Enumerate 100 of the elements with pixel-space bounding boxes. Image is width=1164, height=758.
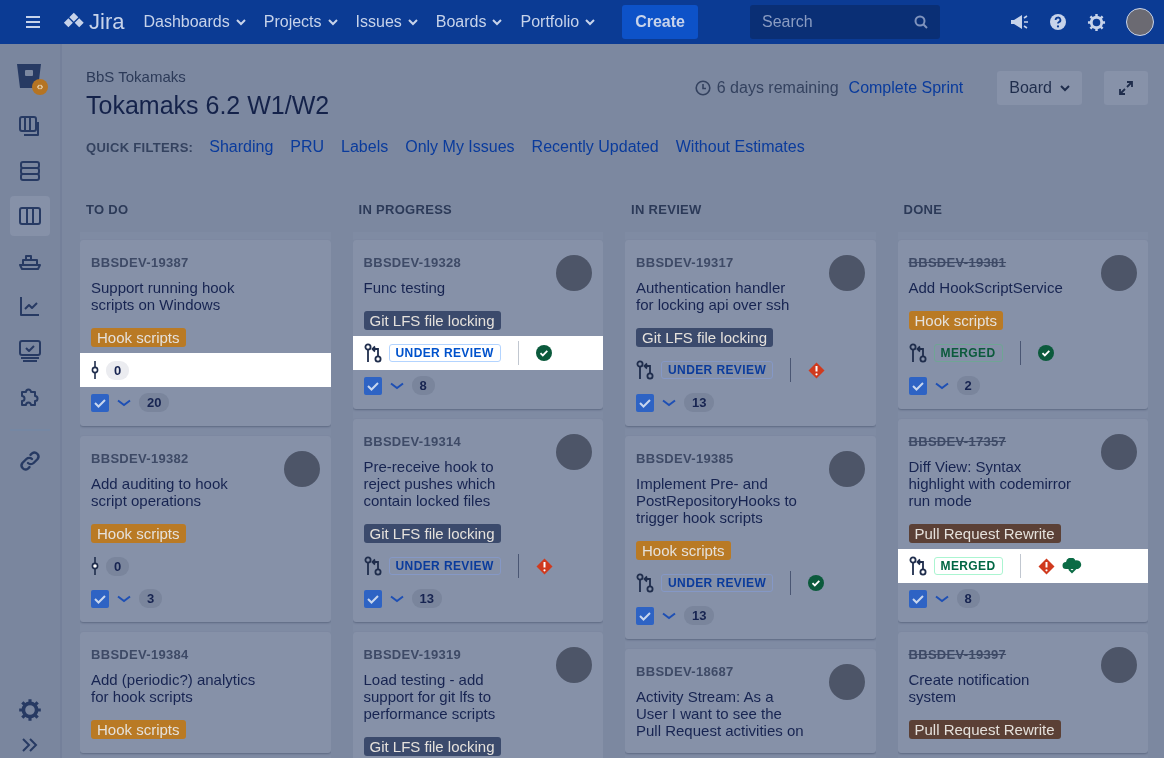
- check-circle-icon: [1037, 345, 1054, 361]
- logo-text[interactable]: Jira: [89, 9, 125, 35]
- quick-filter-link[interactable]: Only My Issues: [405, 138, 515, 156]
- pr-status-lozenge: UNDER REVIEW: [661, 574, 774, 592]
- quick-filter-link[interactable]: Sharding: [209, 138, 274, 156]
- chevron-down-icon: [117, 398, 131, 407]
- issue-card[interactable]: BBSDEV-19384 Add (periodic?) analytics for hook scripts Hook scripts: [80, 632, 331, 753]
- issue-key: BBSDEV-19381: [908, 255, 1077, 270]
- complete-sprint-link[interactable]: Complete Sprint: [848, 79, 964, 97]
- issue-summary: Load testing - add support for git lfs to performance scripts: [363, 671, 497, 722]
- chevron-down-icon: [662, 611, 676, 620]
- issue-card[interactable]: BBSDEV-19328 Func testing Git LFS file locking UNDER REVIEW 8: [352, 240, 603, 409]
- issue-card[interactable]: BBSDEV-19317 Authentication handler for locking api over ssh Git LFS file locking UNDER REVIEW 13: [625, 240, 876, 426]
- column-header: IN PROGRESS: [357, 201, 454, 219]
- issue-key: BBSDEV-19319: [363, 647, 532, 662]
- estimate-badge: 20: [139, 393, 170, 412]
- column-header: IN REVIEW: [630, 201, 703, 219]
- commit-icon: [91, 361, 99, 379]
- checkbox-icon: [91, 589, 109, 608]
- issue-summary: Func testing: [363, 279, 447, 296]
- epic-tag: Hook scripts: [908, 311, 1004, 330]
- chevron-down-icon: [117, 594, 131, 603]
- nav-menu[interactable]: Projects: [256, 7, 345, 37]
- error-icon: [1037, 557, 1055, 575]
- issue-key: BBSDEV-19385: [636, 451, 804, 466]
- issue-card[interactable]: BBSDEV-19319 Load testing - add support for git lfs to performance scripts Git LFS file locking: [352, 632, 603, 758]
- nav-menu[interactable]: Issues: [348, 7, 425, 37]
- monitor-icon: [18, 339, 42, 363]
- clock-icon: [694, 80, 711, 96]
- quick-filter-link[interactable]: Without Estimates: [675, 138, 805, 156]
- issue-key: BBSDEV-19382: [91, 451, 259, 466]
- epic-tag: Pull Request Rewrite: [908, 720, 1061, 739]
- estimate-badge: 8: [956, 589, 980, 608]
- issue-card[interactable]: BBSDEV-19397 Create notification system Pull Request Rewrite: [897, 632, 1148, 753]
- estimate-badge: 13: [684, 606, 715, 625]
- caret-icon: [327, 18, 338, 26]
- issue-card[interactable]: BBSDEV-19385 Implement Pre- and PostRepositoryHooks to trigger hook scripts Hook scripts UNDER REVIEW 13: [625, 436, 876, 639]
- issue-summary: Support running hook scripts on Windows: [91, 279, 236, 313]
- caret-icon: [407, 18, 418, 26]
- board-stack-icon: [18, 114, 42, 138]
- chart-icon: [18, 294, 42, 318]
- check-circle-icon: [535, 345, 552, 361]
- issue-card[interactable]: BBSDEV-19382 Add auditing to hook script operations Hook scripts 0 3: [80, 436, 331, 622]
- issue-summary: Authentication handler for locking api over ssh: [636, 279, 791, 313]
- issue-card[interactable]: BBSDEV-19381 Add HookScriptService Hook scripts MERGED 2: [897, 240, 1148, 409]
- checkbox-icon: [636, 606, 654, 625]
- error-icon: [808, 361, 826, 379]
- check-circle-icon: [808, 575, 825, 591]
- megaphone-icon[interactable]: [1009, 13, 1029, 31]
- fullscreen-button[interactable]: [1104, 71, 1148, 105]
- estimate-badge: 8: [411, 376, 435, 395]
- board-dropdown-button[interactable]: Board: [997, 71, 1082, 105]
- commit-count: 0: [106, 360, 130, 380]
- column-header: DONE: [902, 201, 944, 219]
- breadcrumb-link[interactable]: BbS Tokamaks: [86, 68, 330, 85]
- quick-filter-link[interactable]: Labels: [341, 138, 389, 156]
- issue-summary: Create notification system: [908, 671, 1031, 705]
- issue-key: BBSDEV-19317: [636, 255, 804, 270]
- issue-summary: Activity Stream: As a User I want to see the Pull Request activities on: [636, 688, 804, 739]
- issue-card[interactable]: BBSDEV-18687 Activity Stream: As a User I want to see the Pull Request activities on: [625, 649, 876, 753]
- issue-key: BBSDEV-19314: [363, 434, 532, 449]
- link-icon: [18, 449, 42, 473]
- pull-request-icon: [908, 556, 927, 576]
- epic-tag: Git LFS file locking: [363, 311, 501, 330]
- user-avatar[interactable]: [1126, 8, 1154, 36]
- estimate-badge: 2: [956, 376, 980, 395]
- checkbox-icon: [636, 393, 654, 412]
- issue-key: BBSDEV-19397: [908, 647, 1077, 662]
- create-button[interactable]: Create: [622, 5, 698, 39]
- caret-icon: [492, 18, 503, 26]
- checkbox-icon: [363, 589, 382, 608]
- settings-icon[interactable]: [18, 698, 42, 722]
- epic-tag: Git LFS file locking: [363, 737, 501, 756]
- help-icon[interactable]: [1049, 13, 1067, 31]
- sprint-title: Tokamaks 6.2 W1/W2: [86, 91, 330, 120]
- quick-filter-link[interactable]: PRU: [290, 138, 325, 156]
- checkbox-icon: [908, 589, 927, 608]
- issue-card[interactable]: BBSDEV-19314 Pre-receive hook to reject pushes which contain locked files Git LFS file locking UNDER REVIEW 13: [352, 419, 603, 622]
- pull-request-icon: [363, 343, 382, 363]
- commit-count: 0: [106, 556, 130, 576]
- epic-tag: Git LFS file locking: [636, 328, 774, 347]
- checkbox-icon: [908, 376, 927, 395]
- issue-card[interactable]: BBSDEV-17357 Diff View: Syntax highlight with codemirror run mode Pull Request Rewrite MERGED 8: [897, 419, 1148, 622]
- search-icon: [914, 15, 928, 29]
- board-icon: [18, 204, 42, 228]
- expand-arrows-icon: [1119, 81, 1133, 95]
- epic-tag: Hook scripts: [91, 524, 186, 543]
- pr-status-lozenge: MERGED: [933, 344, 1003, 362]
- estimate-badge: 3: [139, 589, 163, 608]
- quick-filter-link[interactable]: Recently Updated: [531, 138, 659, 156]
- expand-icon[interactable]: [21, 738, 39, 752]
- project-logo-icon[interactable]: [15, 62, 49, 96]
- issue-card[interactable]: BBSDEV-19387 Support running hook scripts on Windows Hook scripts 0 20: [80, 240, 331, 426]
- nav-menu[interactable]: Portfolio: [513, 7, 603, 37]
- search-field[interactable]: Search: [750, 5, 940, 39]
- menu-icon[interactable]: [25, 16, 41, 28]
- nav-menu[interactable]: Dashboards: [136, 7, 253, 37]
- issue-summary: Pre-receive hook to reject pushes which contain locked files: [363, 458, 497, 509]
- nav-menu[interactable]: Boards: [428, 7, 510, 37]
- sidebar-item[interactable]: [10, 196, 50, 236]
